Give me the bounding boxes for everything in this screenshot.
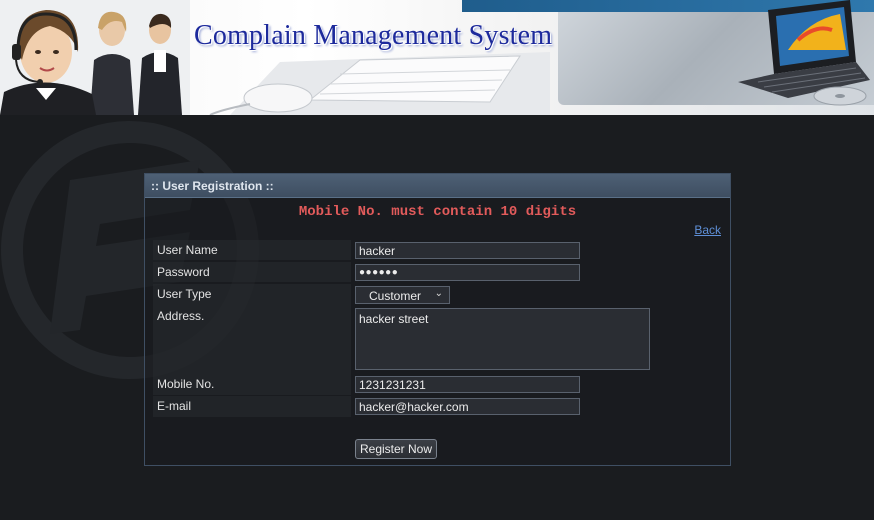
support-staff-image — [0, 0, 190, 115]
keyboard-image — [209, 52, 550, 115]
email-label: E-mail — [153, 396, 351, 417]
app-title: Complain Management System — [194, 20, 553, 51]
address-textarea[interactable]: hacker street — [355, 308, 650, 370]
back-link[interactable]: Back — [694, 223, 721, 237]
password-label: Password — [153, 262, 351, 282]
username-input[interactable]: hacker — [355, 242, 580, 259]
panel-title: :: User Registration :: — [145, 174, 730, 198]
usertype-select[interactable]: Customer ⌄ — [355, 286, 450, 304]
mobile-row: Mobile No. 1231231231 — [153, 374, 723, 395]
address-label: Address. — [153, 306, 351, 374]
laptop-image — [738, 0, 870, 106]
error-message: Mobile No. must contain 10 digits — [298, 204, 577, 220]
usertype-label: User Type — [153, 284, 351, 306]
email-row: E-mail hacker@hacker.com — [153, 396, 723, 417]
usertype-row: User Type Customer ⌄ — [153, 284, 723, 306]
password-input[interactable]: ●●●●●● — [355, 264, 580, 281]
chevron-down-icon: ⌄ — [434, 288, 443, 299]
username-row: User Name hacker — [153, 240, 723, 260]
address-row: Address. hacker street — [153, 306, 723, 374]
email-input[interactable]: hacker@hacker.com — [355, 398, 580, 415]
header-banner: Complain Management System — [0, 0, 874, 115]
usertype-selected-value: Customer — [369, 289, 422, 303]
register-button[interactable]: Register Now — [355, 439, 437, 459]
password-row: Password ●●●●●● — [153, 262, 723, 282]
registration-panel: :: User Registration :: Mobile No. must … — [144, 173, 731, 466]
mobile-input[interactable]: 1231231231 — [355, 376, 580, 393]
mobile-label: Mobile No. — [153, 374, 351, 395]
username-label: User Name — [153, 240, 351, 260]
